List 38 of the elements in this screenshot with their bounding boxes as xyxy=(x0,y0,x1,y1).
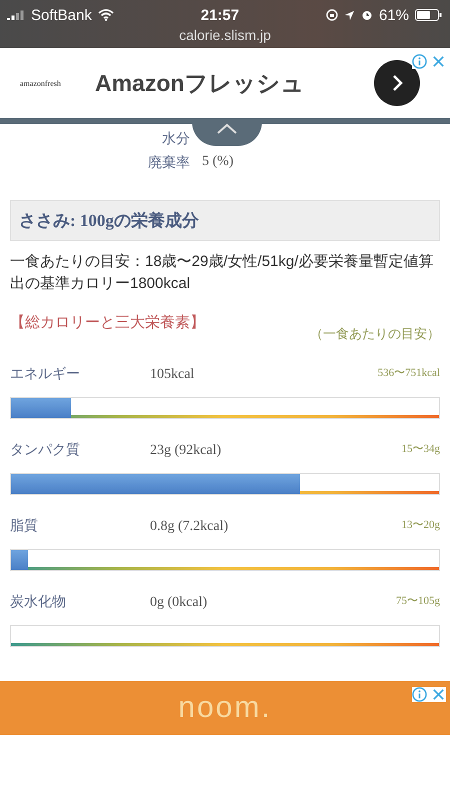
location-arrow-icon xyxy=(344,10,355,20)
wifi-icon xyxy=(98,9,114,21)
nutrient-name: タンパク質 xyxy=(10,442,81,459)
description-text: 一食あたりの目安：18歳〜29歳/女性/51kg/必要栄養量暫定値算出の基準カロリー1800kcal xyxy=(10,252,434,294)
nutrient-name: 炭水化物 xyxy=(10,594,67,611)
ad-headline: Amazonフレッシュ xyxy=(95,68,306,98)
rotation-lock-icon xyxy=(326,9,338,21)
ad-brand-logo: noom. xyxy=(178,691,272,725)
close-icon[interactable] xyxy=(431,54,446,69)
signal-icon xyxy=(7,10,25,20)
nutrient-amount: 23g (92kcal) xyxy=(150,443,222,459)
battery-percent: 61% xyxy=(378,6,409,24)
fact-label: 廃棄率 xyxy=(147,154,190,172)
close-icon[interactable] xyxy=(431,687,446,702)
nutrient-target: 75〜105g xyxy=(396,594,440,608)
nutrient-amount: 0g (0kcal) xyxy=(150,595,208,611)
info-icon[interactable] xyxy=(412,687,427,702)
next-arrow-button[interactable] xyxy=(374,60,420,106)
nutrient-target: 15〜34g xyxy=(402,442,440,456)
fact-value: 5 (%) xyxy=(202,154,234,171)
clock-time: 21:57 xyxy=(200,6,240,24)
url-text[interactable]: calorie.slism.jp xyxy=(0,27,450,43)
battery-icon xyxy=(415,9,442,21)
nutrient-amount: 0.8g (7.2kcal) xyxy=(150,519,230,535)
target-note: （一食あたりの目安） xyxy=(310,325,440,343)
fact-label: 水分 xyxy=(161,130,190,148)
section-title: ささみ: 100gの栄養成分 xyxy=(10,200,440,241)
nutrient-name: エネルギー xyxy=(10,366,81,383)
nutrient-target: 13〜20g xyxy=(402,518,440,532)
ad-brand-logo: amazonfresh xyxy=(20,78,62,88)
nutrient-name: 脂質 xyxy=(10,518,39,535)
nutrients-heading: 【総カロリーと三大栄養素】 xyxy=(10,314,205,333)
nutrient-amount: 105kcal xyxy=(150,367,196,383)
nutrient-target: 536〜751kcal xyxy=(378,366,440,380)
chevron-up-icon xyxy=(215,122,239,136)
carrier-name: SoftBank xyxy=(31,6,92,24)
alarm-clock-icon xyxy=(360,9,373,21)
info-icon[interactable] xyxy=(412,54,427,69)
